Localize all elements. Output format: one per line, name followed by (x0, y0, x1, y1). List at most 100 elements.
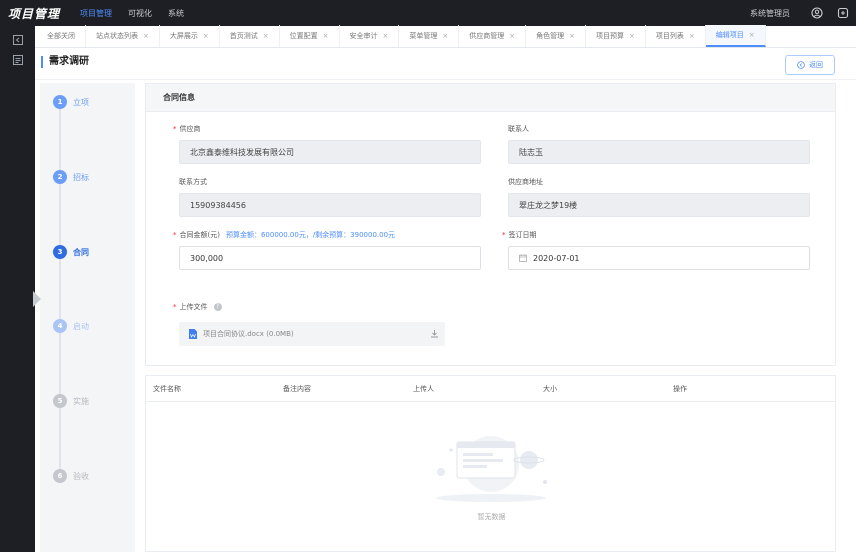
upload-label-text: 上传文件 (179, 303, 208, 311)
tab-project-budget[interactable]: 项目预算 × (586, 25, 646, 47)
tab-close-all[interactable]: 全部关闭 (35, 25, 86, 47)
step-connector-line (59, 103, 61, 483)
document-list-icon[interactable] (0, 50, 35, 70)
tab-close-icon[interactable]: × (749, 31, 755, 39)
step-5[interactable]: 5 实施 (53, 394, 89, 408)
tab-role-management[interactable]: 角色管理 × (526, 25, 586, 47)
tab-security-audit[interactable]: 安全审计 × (340, 25, 400, 47)
step-number: 6 (53, 469, 67, 483)
step-number: 4 (53, 319, 67, 333)
supplier-field: 北京鑫泰维科技发展有限公司 (179, 140, 481, 164)
contract-section-title: 合同信息 (146, 84, 835, 112)
empty-data-illustration-icon (436, 436, 547, 502)
step-label: 招标 (73, 172, 89, 182)
supplier-address-field: 翠庄龙之梦19楼 (508, 193, 810, 217)
calendar-icon (519, 254, 527, 262)
sign-date-value: 2020-07-01 (533, 253, 580, 263)
contact-person-field: 陆志玉 (508, 140, 810, 164)
tab-close-icon[interactable]: × (143, 32, 149, 40)
tab-label: 安全审计 (349, 32, 378, 40)
user-circle-icon[interactable] (804, 0, 830, 26)
tab-edit-project[interactable]: 编辑项目 × (705, 25, 766, 47)
tab-label: 项目列表 (655, 32, 684, 40)
sign-date-label-text: 签订日期 (508, 231, 537, 239)
contact-info-field: 15909384456 (179, 193, 481, 217)
step-2[interactable]: 2 招标 (53, 170, 89, 184)
tab-close-icon[interactable]: × (629, 32, 635, 40)
tab-project-list[interactable]: 项目列表 × (646, 25, 706, 47)
tab-label: 站点状态列表 (96, 32, 138, 40)
fullscreen-icon[interactable] (830, 0, 856, 26)
admin-user-name[interactable]: 系统管理员 (750, 8, 790, 19)
tab-big-screen[interactable]: 大屏展示 × (160, 25, 220, 47)
app-logo: 项目管理 (8, 6, 61, 21)
tab-close-icon[interactable]: × (569, 32, 575, 40)
col-remarks: 备注内容 (283, 384, 311, 393)
empty-text: 暂无数据 (477, 513, 506, 521)
step-1[interactable]: 1 立项 (53, 95, 89, 109)
col-uploader: 上传人 (413, 384, 434, 393)
step-label: 合同 (73, 247, 89, 257)
budget-hint: 预算金额：600000.00元，/剩余预算：390000.00元 (225, 231, 396, 239)
supplier-address-label: 供应商地址 (508, 178, 543, 186)
contact-person-label: 联系人 (508, 125, 529, 133)
contract-amount-label-text: 合同金额(元) (179, 231, 220, 239)
step-number: 3 (53, 245, 67, 259)
page-title: 需求调研 (41, 56, 89, 68)
page-header: 需求调研 返回 (35, 48, 856, 80)
tab-close-icon[interactable]: × (203, 32, 209, 40)
required-mark: * (173, 231, 177, 239)
tab-close-icon[interactable]: × (509, 32, 515, 40)
step-4[interactable]: 4 启动 (53, 319, 89, 333)
tab-close-icon[interactable]: × (442, 32, 448, 40)
contract-info-card: 合同信息 * 供应商 北京鑫泰维科技发展有限公司 联系人 陆志玉 联系方式 159… (145, 83, 836, 366)
word-doc-icon (189, 329, 197, 339)
file-table: 文件名称 备注内容 上传人 大小 操作 暂无数据 (145, 375, 836, 552)
back-arrow-icon (797, 61, 805, 69)
sign-date-picker[interactable]: 2020-07-01 (508, 246, 810, 270)
info-icon[interactable]: ? (213, 303, 222, 311)
step-number: 2 (53, 170, 67, 184)
tab-close-icon[interactable]: × (383, 32, 389, 40)
uploaded-file-item[interactable]: 项目合同协议.docx (0.0MB) (179, 322, 445, 346)
tab-label: 角色管理 (536, 32, 565, 40)
tab-close-icon[interactable]: × (689, 32, 695, 40)
upload-label: * 上传文件? (173, 302, 222, 312)
download-icon[interactable] (430, 329, 439, 338)
step-label: 实施 (73, 396, 89, 406)
back-button-label: 返回 (809, 61, 823, 69)
tab-home-test[interactable]: 首页测试 × (220, 25, 280, 47)
contact-info-label: 联系方式 (179, 178, 207, 186)
top-nav-item-visualization[interactable]: 可视化 (120, 0, 160, 26)
tab-close-icon[interactable]: × (263, 32, 269, 40)
required-mark: * (173, 125, 177, 133)
tab-location-config[interactable]: 位置配置 × (280, 25, 340, 47)
step-number: 1 (53, 95, 67, 109)
tab-site-status[interactable]: 站点状态列表 × (86, 25, 160, 47)
file-size: (0.0MB) (266, 330, 294, 338)
table-header: 文件名称 备注内容 上传人 大小 操作 (146, 376, 835, 402)
col-size: 大小 (543, 384, 557, 393)
step-3[interactable]: 3 合同 (53, 245, 89, 259)
main-content: 需求调研 返回 1 立项 2 招标 3 合同 4 启动 5 实施 6 验收 合同… (33, 48, 856, 552)
tab-menu-management[interactable]: 菜单管理 × (399, 25, 460, 47)
sign-date-label: * 签订日期 (502, 230, 537, 240)
top-bar: 项目管理 项目管理 可视化 系统 系统管理员 (0, 0, 856, 26)
tab-supplier-management[interactable]: 供应商管理 × (459, 25, 527, 47)
top-nav-item-project[interactable]: 项目管理 (72, 0, 120, 26)
step-indicator: 1 立项 2 招标 3 合同 4 启动 5 实施 6 验收 (40, 83, 135, 552)
col-actions: 操作 (673, 384, 687, 393)
top-nav: 项目管理 可视化 系统 (72, 0, 192, 26)
contract-amount-label: * 合同金额(元) 预算金额：600000.00元，/剩余预算：390000.00元 (173, 230, 395, 240)
tab-label: 全部关闭 (47, 32, 75, 40)
step-6[interactable]: 6 验收 (53, 469, 89, 483)
back-button[interactable]: 返回 (785, 55, 835, 75)
required-mark: * (502, 231, 506, 239)
contract-amount-input[interactable]: 300,000 (179, 246, 481, 270)
col-file-name: 文件名称 (153, 384, 181, 393)
left-rail (0, 26, 35, 552)
tab-close-icon[interactable]: × (323, 32, 329, 40)
top-nav-item-system[interactable]: 系统 (160, 0, 192, 26)
tab-label: 供应商管理 (469, 32, 505, 40)
collapse-menu-icon[interactable] (0, 30, 35, 50)
